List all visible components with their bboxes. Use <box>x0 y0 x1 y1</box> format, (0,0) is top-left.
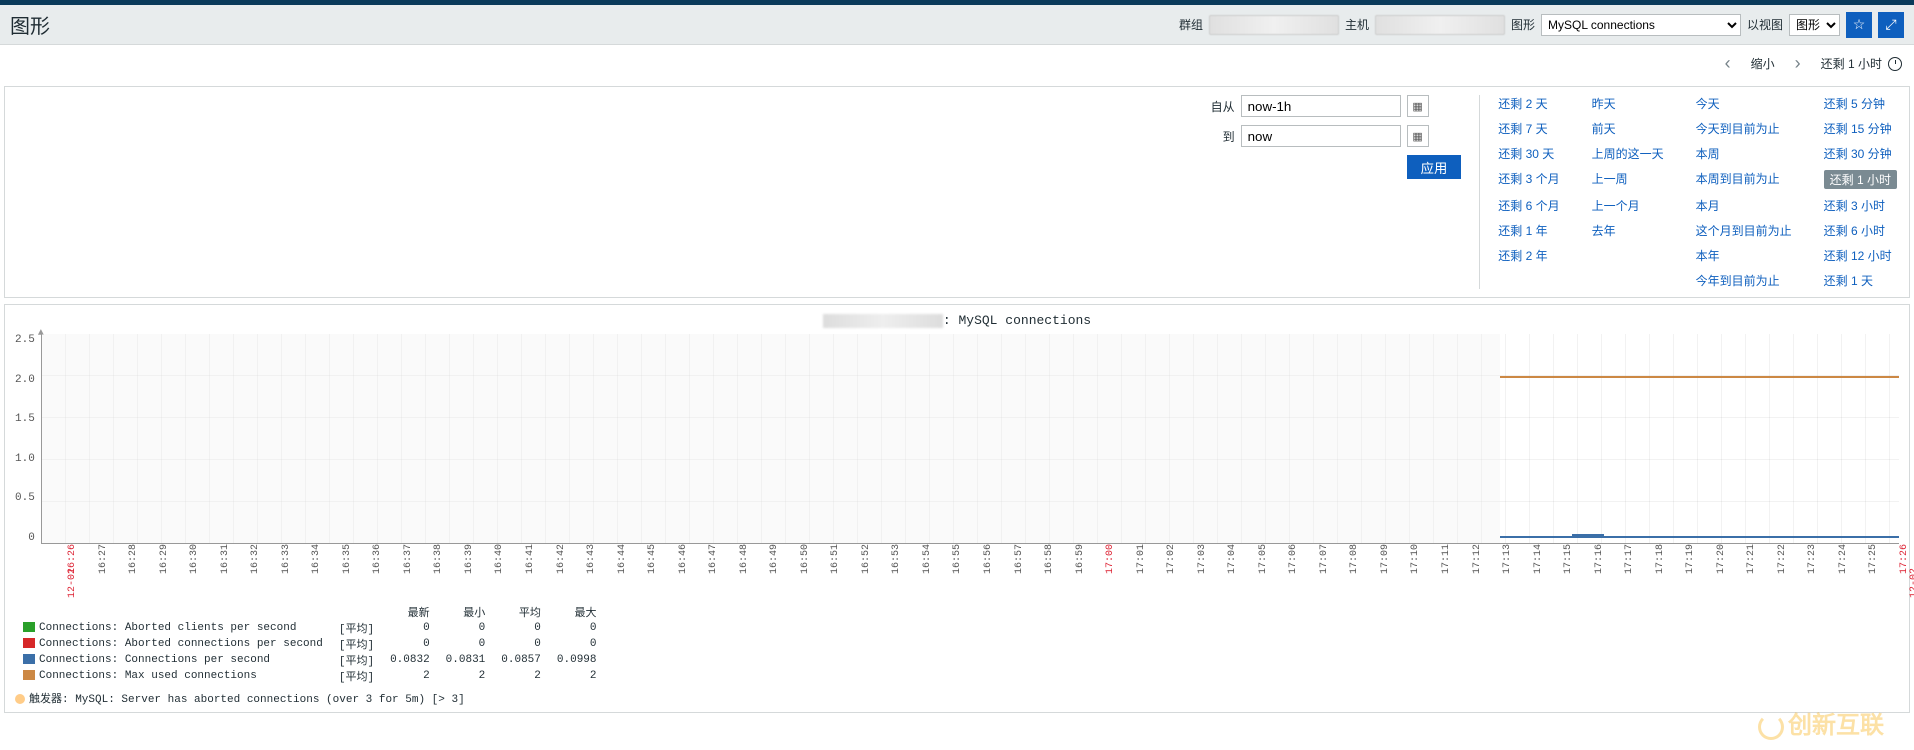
quick-range-link[interactable]: 上一周 <box>1592 170 1664 189</box>
trigger-row: 触发器: MySQL: Server has aborted connectio… <box>15 690 1899 706</box>
graph-label: 图形 <box>1511 16 1535 33</box>
fullscreen-button[interactable]: ⤢ <box>1878 12 1904 38</box>
time-panel: 自从 ▦ 到 ▦ 应用 还剩 2 天 昨天 今天 还剩 5 分钟还剩 7 天 前天 今天到… <box>4 86 1910 298</box>
time-next-button[interactable]: › <box>1789 51 1807 76</box>
quick-range-link[interactable]: 还剩 1 天 <box>1824 272 1897 289</box>
chart-title: : MySQL connections <box>15 311 1899 334</box>
host-select[interactable] <box>1375 15 1505 35</box>
legend-row: Connections: Connections per second[平均]0… <box>15 652 605 668</box>
quick-range-link[interactable]: 本周 <box>1696 145 1792 162</box>
host-label: 主机 <box>1345 16 1369 33</box>
legend-row: Connections: Max used connections[平均]222… <box>15 668 605 684</box>
quick-range-link[interactable]: 今天 <box>1696 95 1792 112</box>
quick-range-link[interactable]: 本周到目前为止 <box>1696 170 1792 189</box>
graph-select[interactable]: MySQL connections <box>1541 14 1741 36</box>
x-axis: 12-0216:2616:2716:2816:2916:3016:3116:32… <box>67 544 1899 600</box>
series-connections-per-sec <box>1500 536 1899 538</box>
quick-range-link[interactable]: 还剩 30 天 <box>1498 145 1559 162</box>
page-header: 图形 群组 主机 图形 MySQL connections 以视图 图形 ☆ ⤢ <box>0 5 1914 45</box>
to-label: 到 <box>1211 128 1235 145</box>
quick-ranges: 还剩 2 天 昨天 今天 还剩 5 分钟还剩 7 天 前天 今天到目前为止 还剩 15 分钟… <box>1498 95 1897 289</box>
trigger-dot-icon <box>15 694 25 704</box>
quick-range-link[interactable]: 还剩 2 天 <box>1498 95 1559 112</box>
quick-range-link[interactable]: 这个月到目前为止 <box>1696 222 1792 239</box>
from-calendar-button[interactable]: ▦ <box>1407 95 1429 117</box>
view-select[interactable]: 图形 <box>1789 14 1840 36</box>
view-label: 以视图 <box>1747 16 1783 33</box>
quick-range-link[interactable]: 昨天 <box>1592 95 1664 112</box>
quick-range-link[interactable]: 本年 <box>1696 247 1792 264</box>
quick-range-link[interactable]: 今年到目前为止 <box>1696 272 1792 289</box>
legend-row: Connections: Aborted connections per sec… <box>15 636 605 652</box>
quick-range-link[interactable]: 上一个月 <box>1592 197 1664 214</box>
y-axis: 2.52.01.51.00.50 <box>15 334 41 544</box>
time-prev-button[interactable]: ‹ <box>1719 51 1737 76</box>
quick-range-link[interactable]: 还剩 12 小时 <box>1824 247 1897 264</box>
quick-range-link[interactable]: 今天到目前为止 <box>1696 120 1792 137</box>
to-input[interactable] <box>1241 125 1401 147</box>
favorite-button[interactable]: ☆ <box>1846 12 1872 38</box>
quick-range-link[interactable]: 还剩 30 分钟 <box>1824 145 1897 162</box>
chart-legend: 最新最小平均最大Connections: Aborted clients per… <box>15 604 1899 706</box>
series-max-used <box>1500 376 1899 378</box>
quick-range-link[interactable]: 本月 <box>1696 197 1792 214</box>
quick-range-link[interactable]: 还剩 15 分钟 <box>1824 120 1897 137</box>
quick-range-link[interactable]: 还剩 5 分钟 <box>1824 95 1897 112</box>
zoom-out-button[interactable]: 缩小 <box>1751 55 1775 72</box>
plot-area[interactable]: ▲ <box>41 334 1899 544</box>
to-calendar-button[interactable]: ▦ <box>1407 125 1429 147</box>
quick-range-link[interactable]: 还剩 3 小时 <box>1824 197 1897 214</box>
quick-range-link[interactable]: 还剩 2 年 <box>1498 247 1559 264</box>
apply-button[interactable]: 应用 <box>1407 155 1462 179</box>
time-nav: ‹ 缩小 › 还剩 1 小时 <box>0 45 1914 82</box>
time-current-label: 还剩 1 小时 <box>1821 55 1882 72</box>
quick-range-link[interactable]: 去年 <box>1592 222 1664 239</box>
quick-range-link[interactable]: 还剩 1 小时 <box>1824 170 1897 189</box>
quick-range-link[interactable]: 还剩 1 年 <box>1498 222 1559 239</box>
page-title: 图形 <box>10 10 50 39</box>
quick-range-link[interactable]: 还剩 6 小时 <box>1824 222 1897 239</box>
group-label: 群组 <box>1179 16 1203 33</box>
quick-range-link[interactable]: 还剩 7 天 <box>1498 120 1559 137</box>
quick-range-link[interactable]: 上周的这一天 <box>1592 145 1664 162</box>
clock-icon[interactable] <box>1888 57 1902 71</box>
from-label: 自从 <box>1211 98 1235 115</box>
quick-range-link[interactable]: 还剩 6 个月 <box>1498 197 1559 214</box>
chart-container: : MySQL connections 2.52.01.51.00.50 ▲ 1… <box>4 304 1910 713</box>
quick-range-link[interactable]: 前天 <box>1592 120 1664 137</box>
group-select[interactable] <box>1209 15 1339 35</box>
quick-range-link[interactable]: 还剩 3 个月 <box>1498 170 1559 189</box>
legend-row: Connections: Aborted clients per second[… <box>15 620 605 636</box>
from-input[interactable] <box>1241 95 1401 117</box>
